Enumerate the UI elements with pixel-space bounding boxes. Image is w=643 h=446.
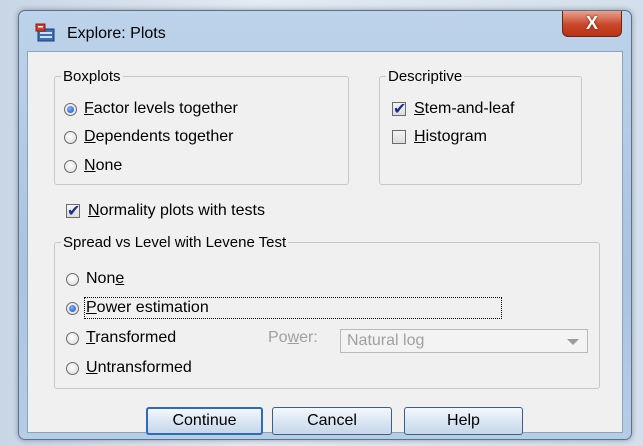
checkbox-label: Stem-and-leaf bbox=[414, 100, 515, 117]
radio-label: Transformed bbox=[86, 329, 177, 346]
radio-icon bbox=[66, 331, 79, 345]
checkbox-checked-icon bbox=[392, 99, 406, 118]
radio-selected-icon bbox=[66, 301, 79, 315]
checkbox-label: Normality plots with tests bbox=[88, 202, 265, 219]
untransformed-radio[interactable]: Untransformed bbox=[66, 357, 192, 379]
continue-button[interactable]: Continue bbox=[146, 407, 263, 435]
radio-icon bbox=[66, 361, 79, 375]
checkbox-checked-icon bbox=[66, 201, 80, 220]
boxplots-dependents-radio[interactable]: Dependents together bbox=[64, 126, 233, 148]
close-button[interactable]: X bbox=[562, 11, 622, 37]
checkbox-label: Histogram bbox=[414, 128, 487, 145]
radio-icon bbox=[64, 159, 77, 173]
power-select[interactable]: Natural log bbox=[340, 329, 588, 353]
power-label: Po w er: bbox=[268, 329, 318, 346]
close-icon: X bbox=[585, 13, 598, 33]
radio-label: Factor levels together bbox=[84, 100, 238, 117]
radio-selected-icon bbox=[64, 102, 77, 116]
spss-app-icon bbox=[35, 23, 55, 42]
cancel-button[interactable]: Cancel bbox=[272, 407, 392, 435]
radio-label: None bbox=[84, 157, 123, 174]
normality-plots-checkbox[interactable]: Normality plots with tests bbox=[66, 200, 265, 222]
radio-label: None bbox=[86, 270, 125, 287]
spread-vs-level-legend: Spread vs Level with Levene Test bbox=[63, 234, 287, 251]
window-title: Explore: Plots bbox=[67, 25, 166, 42]
radio-label: Untransformed bbox=[86, 359, 192, 376]
boxplots-factor-levels-radio[interactable]: Factor levels together bbox=[64, 98, 238, 120]
power-estimation-radio[interactable]: Power estimation bbox=[66, 297, 502, 319]
transformed-radio[interactable]: Transformed bbox=[66, 327, 176, 349]
title-bar[interactable]: Explore: Plots X bbox=[19, 11, 631, 51]
checkbox-icon bbox=[392, 130, 406, 144]
descriptive-legend: Descriptive bbox=[388, 68, 463, 85]
radio-label: Power estimation bbox=[84, 297, 502, 319]
histogram-checkbox[interactable]: Histogram bbox=[392, 126, 487, 148]
help-button[interactable]: Help bbox=[404, 407, 523, 435]
boxplots-legend: Boxplots bbox=[63, 68, 121, 85]
dialog-window: Explore: Plots X Boxplots Factor levels … bbox=[18, 10, 632, 440]
dialog-body: Boxplots Factor levels together Dependen… bbox=[27, 51, 623, 435]
radio-icon bbox=[66, 272, 79, 286]
stem-and-leaf-checkbox[interactable]: Stem-and-leaf bbox=[392, 98, 515, 120]
spread-none-radio[interactable]: None bbox=[66, 268, 124, 290]
chevron-down-icon bbox=[567, 339, 579, 345]
boxplots-none-radio[interactable]: None bbox=[64, 155, 122, 177]
radio-icon bbox=[64, 130, 77, 144]
radio-label: Dependents together bbox=[84, 128, 234, 145]
power-select-value: Natural log bbox=[347, 332, 425, 349]
